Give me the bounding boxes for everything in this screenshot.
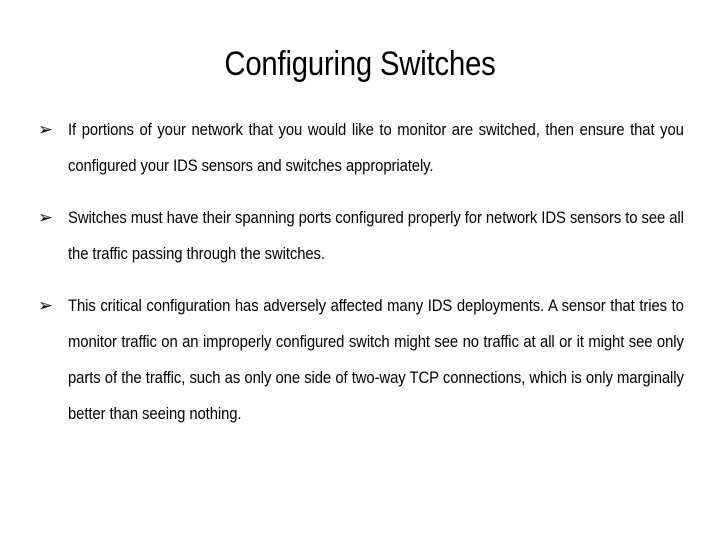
arrow-bullet-icon: ➢ bbox=[38, 120, 53, 140]
bullet-text-3: This critical configuration has adversel… bbox=[68, 296, 684, 423]
bullet-text-2: Switches must have their spanning ports … bbox=[68, 208, 684, 263]
page-title: Configuring Switches bbox=[224, 45, 496, 83]
arrow-bullet-icon: ➢ bbox=[38, 208, 53, 228]
bullet-text-1: If portions of your network that you wou… bbox=[68, 120, 684, 175]
arrow-bullet-icon: ➢ bbox=[38, 296, 53, 316]
presentation-slide: Configuring Switches ➢ If portions of yo… bbox=[0, 0, 720, 540]
bullet-list-item-3: ➢ This critical configuration has advers… bbox=[36, 288, 684, 432]
bullet-list-item-2: ➢ Switches must have their spanning port… bbox=[36, 200, 684, 272]
bullet-list-item-1: ➢ If portions of your network that you w… bbox=[36, 112, 684, 184]
slide-body: ➢ If portions of your network that you w… bbox=[36, 112, 684, 432]
